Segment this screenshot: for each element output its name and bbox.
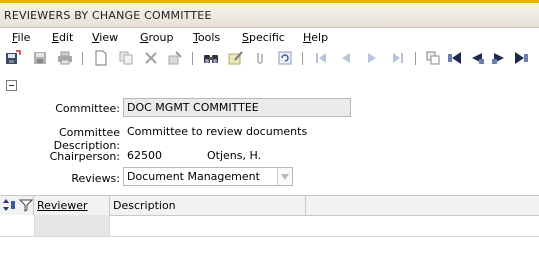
title-bar: REVIEWERS BY CHANGE COMMITTEE	[0, 3, 539, 28]
menu-group[interactable]: Group	[140, 31, 174, 44]
chairperson-id: 62500	[127, 149, 162, 162]
attach-icon[interactable]	[252, 50, 268, 66]
reviewer-cell[interactable]	[35, 215, 110, 236]
committee-value: DOC MGMT COMMITTEE	[127, 101, 259, 114]
nav-a-icon[interactable]	[447, 50, 463, 66]
save-exit-icon[interactable]	[5, 50, 21, 66]
chairperson-label: Chairperson:	[49, 150, 120, 163]
row-selector-cell[interactable]	[0, 215, 35, 236]
toolbar-separator	[415, 52, 416, 65]
delete-icon[interactable]	[143, 50, 159, 66]
nav-d-icon[interactable]	[513, 50, 529, 66]
column-header-description-label: Description	[113, 199, 176, 212]
reviews-value: Document Management	[127, 170, 260, 183]
next-record-icon[interactable]	[364, 50, 380, 66]
menu-file[interactable]: File	[12, 31, 30, 44]
reviews-label: Reviews:	[71, 172, 120, 185]
copy-icon[interactable]	[118, 50, 134, 66]
find-icon[interactable]	[203, 50, 219, 66]
description-cell[interactable]	[110, 215, 539, 236]
edit-icon[interactable]	[228, 50, 244, 66]
last-record-icon[interactable]	[390, 50, 406, 66]
new-icon[interactable]	[93, 50, 109, 66]
nav-c-icon[interactable]	[491, 50, 507, 66]
column-header-reviewer[interactable]: Reviewer	[34, 196, 110, 215]
toolbar	[0, 48, 539, 70]
column-header-description[interactable]: Description	[110, 196, 306, 215]
filter-icon[interactable]	[18, 198, 34, 215]
refresh-icon[interactable]	[277, 50, 293, 66]
reviews-select[interactable]: Document Management	[123, 167, 293, 186]
collapse-toggle[interactable]	[6, 80, 17, 91]
window-title: REVIEWERS BY CHANGE COMMITTEE	[4, 9, 212, 22]
committee-label: Committee:	[55, 102, 120, 115]
menu-edit[interactable]: Edit	[52, 31, 73, 44]
grid-header: Reviewer Description	[0, 195, 539, 216]
sort-icon[interactable]	[2, 198, 16, 215]
nav-b-icon[interactable]	[469, 50, 485, 66]
menu-specific[interactable]: Specific	[242, 31, 285, 44]
menu-help[interactable]: Help	[303, 31, 328, 44]
menu-tools[interactable]: Tools	[193, 31, 220, 44]
duplicate-icon[interactable]	[425, 50, 441, 66]
committee-description-value: Committee to review documents	[127, 125, 308, 138]
chairperson-name: Otjens, H.	[207, 149, 262, 162]
menu-view[interactable]: View	[92, 31, 118, 44]
clear-icon[interactable]	[167, 50, 183, 66]
committee-description-label: Committee Description:	[53, 126, 120, 152]
first-record-icon[interactable]	[313, 50, 329, 66]
menu-bar: File Edit View Group Tools Specific Help	[0, 28, 539, 46]
grid-tools-cell	[0, 196, 34, 215]
committee-field[interactable]: DOC MGMT COMMITTEE	[123, 98, 351, 117]
print-icon[interactable]	[57, 50, 73, 66]
previous-record-icon[interactable]	[338, 50, 354, 66]
table-row[interactable]	[0, 215, 539, 237]
toolbar-separator	[302, 52, 303, 65]
chevron-down-icon[interactable]	[277, 168, 292, 185]
column-header-reviewer-label: Reviewer	[37, 199, 88, 212]
toolbar-separator	[192, 52, 193, 65]
save-icon[interactable]	[32, 50, 48, 66]
toolbar-separator	[82, 52, 83, 65]
